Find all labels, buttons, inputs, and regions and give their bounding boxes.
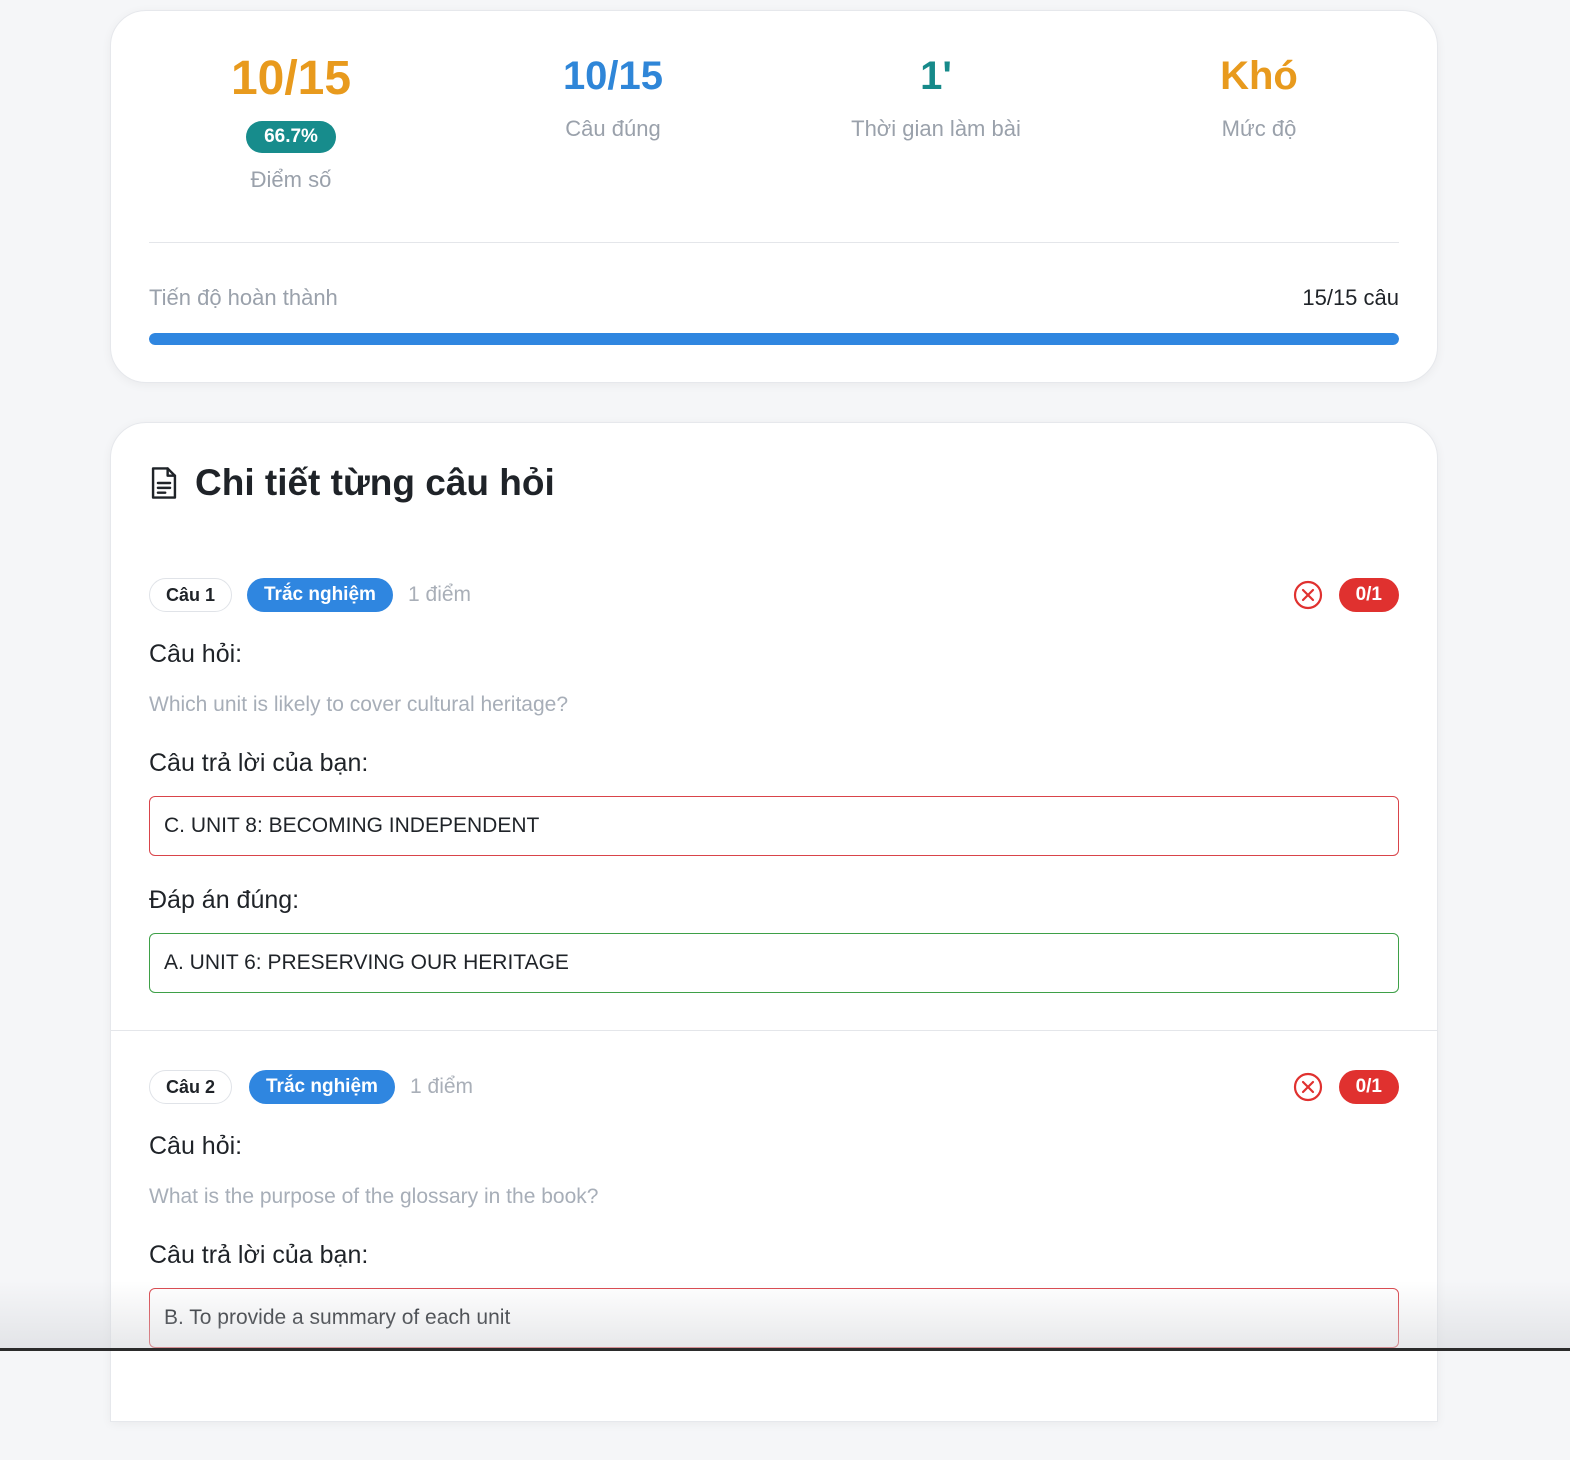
result-summary-card: 10/15 66.7% Điểm số 10/15 Câu đúng 1' Th… <box>110 10 1438 383</box>
correct-answer-label: Đáp án đúng: <box>149 886 299 915</box>
stat-score: 10/15 66.7% Điểm số <box>131 11 451 193</box>
document-icon <box>149 466 179 500</box>
level-value: Khó <box>1099 56 1419 96</box>
stat-level: Khó Mức độ <box>1099 11 1419 142</box>
question-header: Câu 2 Trắc nghiệm 1 điểm 0/1 <box>149 1070 1399 1104</box>
progress-row: Tiến độ hoàn thành 15/15 câu <box>149 285 1399 315</box>
score-percent-badge: 66.7% <box>246 121 336 153</box>
progress-bar-fill <box>149 333 1399 345</box>
stat-correct: 10/15 Câu đúng <box>453 11 773 142</box>
correct-answer-box: A. UNIT 6: PRESERVING OUR HERITAGE <box>149 933 1399 993</box>
your-answer-box: C. UNIT 8: BECOMING INDEPENDENT <box>149 796 1399 856</box>
question-text: Which unit is likely to cover cultural h… <box>149 693 568 717</box>
time-label: Thời gian làm bài <box>776 116 1096 142</box>
question-item: Câu 2 Trắc nghiệm 1 điểm 0/1 Câu hỏi: Wh… <box>111 1060 1437 1460</box>
question-points: 1 điểm <box>410 1070 473 1104</box>
your-answer-label: Câu trả lời của bạn: <box>149 749 368 778</box>
your-answer-label: Câu trả lời của bạn: <box>149 1241 368 1270</box>
question-score-badge: 0/1 <box>1339 578 1399 612</box>
question-score-badge: 0/1 <box>1339 1070 1399 1104</box>
question-label: Câu hỏi: <box>149 1132 242 1161</box>
question-details-card: Chi tiết từng câu hỏi Câu 1 Trắc nghiệm … <box>110 422 1438 1422</box>
your-answer-box: B. To provide a summary of each unit <box>149 1288 1399 1348</box>
question-label: Câu hỏi: <box>149 640 242 669</box>
x-circle-icon <box>1293 580 1323 610</box>
progress-bar <box>149 333 1399 345</box>
score-label: Điểm số <box>131 167 451 193</box>
question-type-badge: Trắc nghiệm <box>247 578 393 612</box>
question-number-badge: Câu 2 <box>149 1070 232 1104</box>
details-heading: Chi tiết từng câu hỏi <box>149 461 555 505</box>
question-type-badge: Trắc nghiệm <box>249 1070 395 1104</box>
x-circle-icon <box>1293 1072 1323 1102</box>
correct-label: Câu đúng <box>453 116 773 142</box>
question-number-badge: Câu 1 <box>149 578 232 612</box>
progress-label: Tiến độ hoàn thành <box>149 285 338 311</box>
correct-value: 10/15 <box>453 56 773 96</box>
details-title: Chi tiết từng câu hỏi <box>195 462 555 504</box>
question-text: What is the purpose of the glossary in t… <box>149 1185 598 1209</box>
stat-time: 1' Thời gian làm bài <box>776 11 1096 142</box>
question-item: Câu 1 Trắc nghiệm 1 điểm 0/1 Câu hỏi: Wh… <box>111 568 1437 1031</box>
progress-count: 15/15 câu <box>1302 285 1399 311</box>
time-value: 1' <box>776 56 1096 96</box>
divider <box>149 242 1399 243</box>
question-points: 1 điểm <box>408 578 471 612</box>
stats-row: 10/15 66.7% Điểm số 10/15 Câu đúng 1' Th… <box>111 11 1437 241</box>
score-value: 10/15 <box>131 55 451 103</box>
level-label: Mức độ <box>1099 116 1419 142</box>
question-header: Câu 1 Trắc nghiệm 1 điểm 0/1 <box>149 578 1399 612</box>
